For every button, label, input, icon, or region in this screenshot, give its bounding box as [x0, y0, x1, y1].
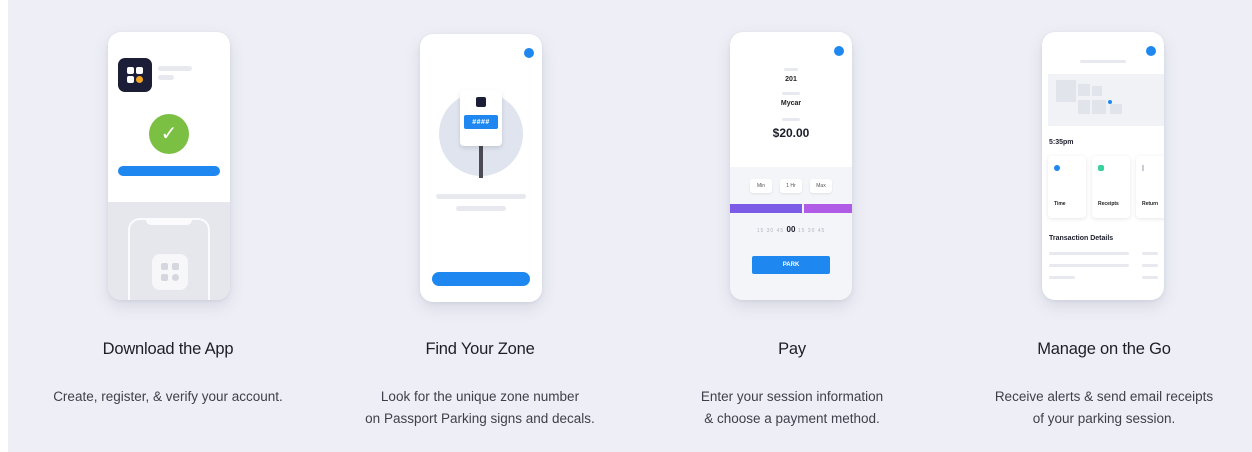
placeholder-line	[436, 194, 526, 199]
clock-icon	[1054, 165, 1060, 171]
card-receipts: Receipts	[1092, 156, 1130, 218]
step-title: Manage on the Go	[1037, 340, 1171, 358]
duration-bar-primary	[730, 204, 802, 213]
receipt-icon	[1098, 165, 1104, 171]
placeholder-line	[158, 75, 174, 80]
amount-value: $20.00	[772, 126, 810, 140]
return-icon	[1142, 165, 1144, 171]
action-button-placeholder	[432, 272, 530, 286]
step-title: Pay	[778, 340, 806, 358]
time-picker-selected: 00	[786, 225, 796, 234]
card-time: Time	[1048, 156, 1086, 218]
step-description-line: on Passport Parking signs and decals.	[365, 411, 595, 426]
placeholder-line	[1142, 264, 1158, 267]
placeholder-line	[782, 118, 800, 121]
placeholder-line	[158, 66, 192, 71]
step-description-line: of your parking session.	[1032, 411, 1176, 426]
placeholder-line	[456, 206, 506, 211]
step-title: Find Your Zone	[425, 340, 535, 358]
step-description-line: Create, register, & verify your account.	[53, 389, 283, 404]
session-time: 5:35pm	[1049, 139, 1074, 146]
step-description-line: Look for the unique zone number	[380, 389, 580, 404]
placeholder-line	[1049, 252, 1129, 255]
time-picker-right: 15 30 45	[797, 228, 826, 234]
step-find-zone: #### Find Your Zone Look for the unique …	[330, 0, 630, 452]
step-download-app: ✓ Download the App Create, register, & v…	[18, 0, 318, 452]
time-picker-left: 15 30 45	[756, 228, 785, 234]
card-label: Receipts	[1098, 201, 1119, 207]
placeholder-line	[1049, 276, 1075, 279]
map-view	[1048, 74, 1164, 126]
card-label: Time	[1054, 201, 1066, 207]
chip-1hr: 1 Hr	[780, 179, 802, 193]
phone-illustration-zone: ####	[420, 34, 542, 302]
step-title: Download the App	[102, 340, 234, 358]
location-pin-icon	[1108, 100, 1112, 104]
app-logo-icon	[118, 58, 152, 92]
status-dot-icon	[524, 48, 534, 58]
transaction-details-title: Transaction Details	[1049, 235, 1114, 242]
status-dot-icon	[1146, 46, 1156, 56]
duration-bar-secondary	[804, 204, 852, 213]
step-description-line: Receive alerts & send email receipts	[994, 389, 1214, 404]
step-description-line: & choose a payment method.	[704, 411, 880, 426]
vehicle-value: Mycar	[780, 100, 802, 107]
step-manage: 5:35pm Time Receipts Return Transaction …	[954, 0, 1252, 452]
step-description-line: Enter your session information	[700, 389, 884, 404]
inner-phone-notch	[146, 218, 192, 225]
steps-panel: ✓ Download the App Create, register, & v…	[8, 0, 1252, 452]
step-description: Receive alerts & send email receipts of …	[954, 386, 1252, 430]
step-description: Create, register, & verify your account.	[18, 386, 318, 408]
placeholder-line	[1080, 60, 1126, 63]
time-picker: 15 30 45 00 15 30 45	[730, 225, 852, 234]
zone-sign-icon: ####	[460, 90, 502, 146]
progress-bar	[118, 166, 220, 176]
chip-min: Min	[750, 179, 772, 193]
phone-illustration-manage: 5:35pm Time Receipts Return Transaction …	[1042, 32, 1164, 300]
step-description: Enter your session information & choose …	[642, 386, 942, 430]
placeholder-line	[1142, 252, 1158, 255]
status-dot-icon	[834, 46, 844, 56]
zone-value: 201	[785, 76, 797, 83]
sign-logo-icon	[476, 97, 486, 107]
placeholder-line	[784, 68, 798, 71]
chip-max: Max	[810, 179, 832, 193]
placeholder-line	[1049, 264, 1129, 267]
card-return: Return	[1136, 156, 1164, 218]
zone-number: ####	[464, 115, 498, 129]
step-pay: 201 Mycar $20.00 Min 1 Hr Max 15 30 45 0…	[642, 0, 942, 452]
phone-illustration-download: ✓	[108, 32, 230, 300]
placeholder-line	[1142, 276, 1158, 279]
phone-illustration-pay: 201 Mycar $20.00 Min 1 Hr Max 15 30 45 0…	[730, 32, 852, 300]
card-label: Return	[1142, 201, 1159, 207]
app-grid-icon	[152, 254, 188, 290]
step-description: Look for the unique zone number on Passp…	[330, 386, 630, 430]
placeholder-line	[782, 92, 800, 95]
checkmark-icon: ✓	[149, 114, 189, 154]
sign-pole	[479, 146, 483, 178]
park-button: PARK	[752, 256, 830, 274]
